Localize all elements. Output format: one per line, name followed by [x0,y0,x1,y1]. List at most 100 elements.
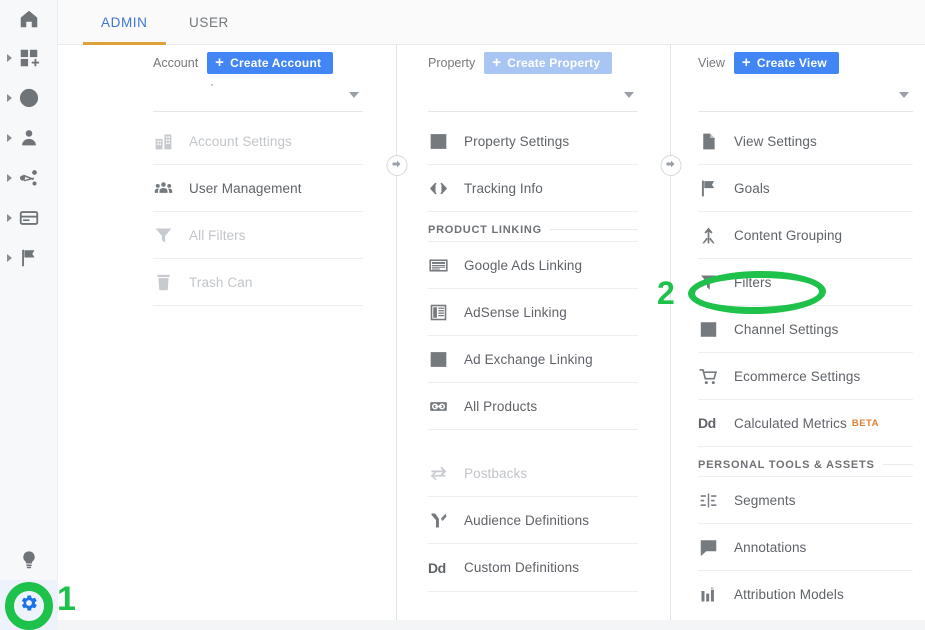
account-picker[interactable] [153,80,363,112]
create-account-button[interactable]: + Create Account [207,51,334,74]
tab-admin[interactable]: ADMIN [83,0,166,45]
annotation-2-label: 2 [657,275,675,311]
arrow-right-icon [391,157,403,175]
section-divider [882,464,913,465]
people-icon [153,178,189,199]
panel-icon [428,131,464,152]
tab-user[interactable]: USER [171,0,247,45]
user-management-label: User Management [189,180,302,196]
view-settings-row[interactable]: View Settings [698,118,913,165]
segments-row[interactable]: Segments [698,477,913,524]
view-column-header: View + Create View [698,45,913,80]
beta-badge: BETA [851,417,879,429]
rail-item-realtime[interactable] [0,78,58,118]
bar-chart-icon [698,584,734,605]
trash-can-row[interactable]: Trash Can [153,259,363,306]
audience-definitions-row[interactable]: Audience Definitions [428,497,638,544]
plus-icon: + [741,54,751,71]
rail-item-home[interactable] [0,0,58,38]
ads-banner-icon [428,255,464,276]
postback-arrows-icon [428,463,464,484]
rail-item-conversions[interactable] [0,238,58,278]
rail-item-discover[interactable] [0,540,58,580]
rail-item-acquisition[interactable] [0,158,58,198]
audience-definitions-label: Audience Definitions [464,512,590,528]
view-settings-label: View Settings [734,133,817,149]
property-column: Property + Create Property Property Sett… [428,45,638,592]
audience-branch-icon [428,510,464,531]
create-account-label: Create Account [230,55,322,70]
ecommerce-settings-row[interactable]: Ecommerce Settings [698,353,913,400]
tracking-info-row[interactable]: Tracking Info [428,165,638,212]
attribution-models-row[interactable]: Attribution Models [698,571,913,618]
ad-exchange-linking-row[interactable]: Ad Exchange Linking [428,336,638,383]
chevron-right-icon [7,94,12,102]
rail-item-behavior[interactable] [0,198,58,238]
arrow-right-icon [665,157,677,175]
gear-icon [19,593,39,618]
share-network-icon [18,167,40,189]
plus-icon: + [215,54,225,71]
property-settings-row[interactable]: Property Settings [428,118,638,165]
product-linking-section: PRODUCT LINKING [428,212,638,242]
admin-gear-button[interactable] [0,580,58,630]
account-settings-row[interactable]: Account Settings [153,118,363,165]
code-brackets-icon [428,178,464,199]
view-filters-label: Filters [734,274,772,290]
property-column-header: Property + Create Property [428,45,638,80]
view-column: View + Create View View Settings Goals C… [698,45,913,618]
google-ads-linking-row[interactable]: Google Ads Linking [428,242,638,289]
calculated-metrics-row[interactable]: Dd Calculated Metrics BETA [698,400,913,447]
annotations-row[interactable]: Annotations [698,524,913,571]
content-grouping-row[interactable]: Content Grouping [698,212,913,259]
all-filters-row[interactable]: All Filters [153,212,363,259]
tab-bar: ADMIN USER [58,0,925,45]
goals-row[interactable]: Goals [698,165,913,212]
view-filters-row[interactable]: Filters [698,259,913,306]
admin-columns: Account + Create Account Account Setting… [58,45,925,620]
admin-page: 1 ADMIN USER Account + Create Account Ac… [0,0,925,630]
custom-definitions-row[interactable]: Dd Custom Definitions [428,544,638,591]
shopping-cart-icon [698,366,734,387]
rail-item-customization[interactable] [0,38,58,78]
create-view-button[interactable]: + Create View [733,51,839,74]
adsense-linking-row[interactable]: AdSense Linking [428,289,638,336]
view-picker[interactable] [698,80,913,112]
tracking-info-label: Tracking Info [464,180,543,196]
lightbulb-icon [18,549,40,571]
rail-item-audience[interactable] [0,118,58,158]
annotation-1-label: 1 [57,580,76,618]
channel-settings-row[interactable]: Channel Settings [698,306,913,353]
all-products-label: All Products [464,398,538,414]
adsense-linking-label: AdSense Linking [464,304,567,320]
ecommerce-settings-label: Ecommerce Settings [734,368,861,384]
copy-right-arrow-button[interactable] [660,155,681,176]
chevron-down-icon [349,92,359,98]
person-icon [18,127,40,149]
chevron-right-icon [7,174,12,182]
flag-icon [698,178,734,199]
all-products-row[interactable]: All Products [428,383,638,430]
personal-tools-label: PERSONAL TOOLS & ASSETS [698,458,875,471]
calculated-metrics-label: Calculated Metrics [734,415,847,431]
user-management-row[interactable]: User Management [153,165,363,212]
property-picker[interactable] [428,80,638,112]
create-property-button[interactable]: + Create Property [484,51,613,74]
dd-glyph-icon: Dd [698,415,716,431]
postbacks-row[interactable]: Postbacks [428,450,638,497]
account-label: Account [153,55,199,70]
view-label: View [698,55,725,70]
funnel-icon [698,272,734,293]
rail-bottom-group [0,540,58,630]
annotations-label: Annotations [734,539,807,555]
trash-can-label: Trash Can [189,274,253,290]
comment-icon [698,537,734,558]
channel-arrows-icon [698,319,734,340]
personal-tools-section: PERSONAL TOOLS & ASSETS [698,447,913,477]
building-icon [153,131,189,152]
copy-right-arrow-button[interactable] [386,155,407,176]
google-ads-linking-label: Google Ads Linking [464,257,583,273]
segments-icon [698,490,734,511]
account-picker-value [211,84,213,86]
dd-glyph-icon: Dd [428,559,446,576]
